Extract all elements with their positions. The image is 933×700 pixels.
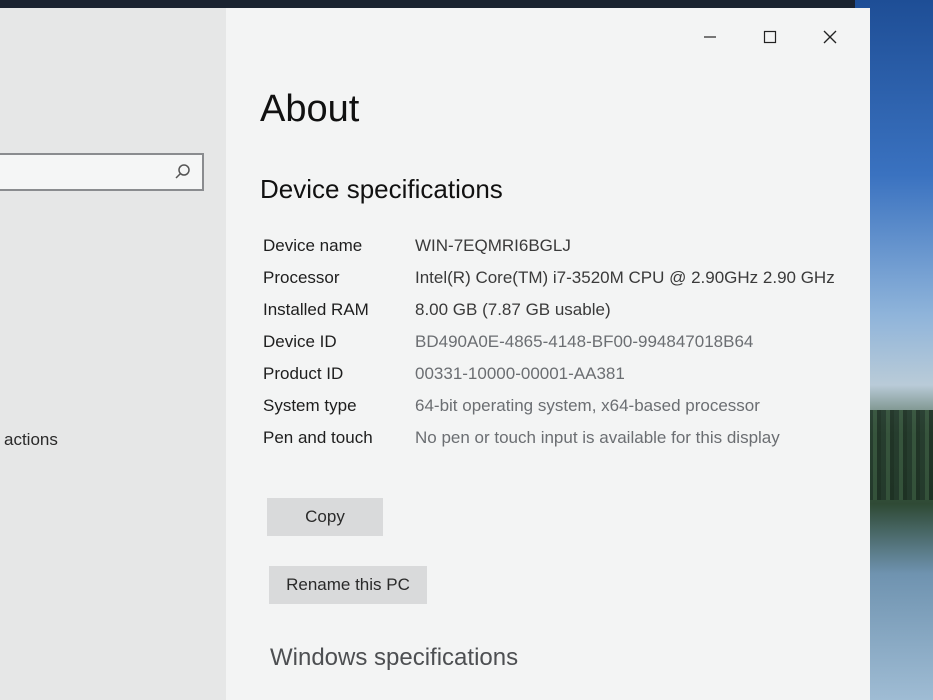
spec-row-installed-ram: Installed RAM 8.00 GB (7.87 GB usable)	[263, 298, 843, 322]
search-icon[interactable]	[174, 163, 192, 181]
rename-pc-button[interactable]: Rename this PC	[269, 566, 427, 604]
close-icon	[823, 30, 837, 44]
spec-value[interactable]: 64-bit operating system, x64-based proce…	[415, 394, 843, 418]
spec-row-device-name: Device name WIN-7EQMRI6BGLJ	[263, 234, 843, 258]
spec-row-pen-and-touch: Pen and touch No pen or touch input is a…	[263, 426, 843, 450]
copy-button[interactable]: Copy	[267, 498, 383, 536]
spec-value[interactable]: BD490A0E-4865-4148-BF00-994847018B64	[415, 330, 843, 354]
main-content: About Device specifications Device name …	[226, 8, 870, 700]
screen: actions About Device specifications Devi…	[0, 0, 933, 700]
sidebar-item-actions[interactable]: actions	[4, 430, 58, 450]
spec-row-device-id: Device ID BD490A0E-4865-4148-BF00-994847…	[263, 330, 843, 354]
device-specs-table: Device name WIN-7EQMRI6BGLJ Processor In…	[263, 234, 843, 458]
spec-label: Installed RAM	[263, 300, 369, 319]
spec-label: Device name	[263, 236, 363, 255]
page-title: About	[260, 88, 360, 130]
spec-label: Pen and touch	[263, 428, 373, 447]
window-controls	[680, 22, 860, 52]
spec-row-system-type: System type 64-bit operating system, x64…	[263, 394, 843, 418]
spec-label: System type	[263, 396, 357, 415]
spec-value[interactable]: No pen or touch input is available for t…	[415, 426, 843, 450]
maximize-icon	[763, 30, 777, 44]
settings-window: actions About Device specifications Devi…	[0, 8, 870, 700]
device-specs-heading: Device specifications	[260, 174, 503, 204]
spec-value[interactable]: 8.00 GB (7.87 GB usable)	[415, 298, 843, 322]
minimize-icon	[704, 36, 716, 38]
windows-specs-heading: Windows specifications	[270, 644, 519, 671]
spec-value[interactable]: 00331-10000-00001-AA381	[415, 362, 843, 386]
spec-label: Product ID	[263, 364, 344, 383]
spec-label: Processor	[263, 268, 340, 287]
spec-value[interactable]: WIN-7EQMRI6BGLJ	[415, 234, 843, 258]
maximize-button[interactable]	[740, 22, 800, 52]
spec-label: Device ID	[263, 332, 337, 351]
search-input[interactable]	[0, 153, 204, 191]
sidebar: actions	[0, 8, 226, 700]
close-button[interactable]	[800, 22, 860, 52]
spec-value[interactable]: Intel(R) Core(TM) i7-3520M CPU @ 2.90GHz…	[415, 266, 843, 290]
minimize-button[interactable]	[680, 22, 740, 52]
spec-row-processor: Processor Intel(R) Core(TM) i7-3520M CPU…	[263, 266, 843, 290]
sidebar-item-label: actions	[4, 430, 58, 449]
spec-row-product-id: Product ID 00331-10000-00001-AA381	[263, 362, 843, 386]
